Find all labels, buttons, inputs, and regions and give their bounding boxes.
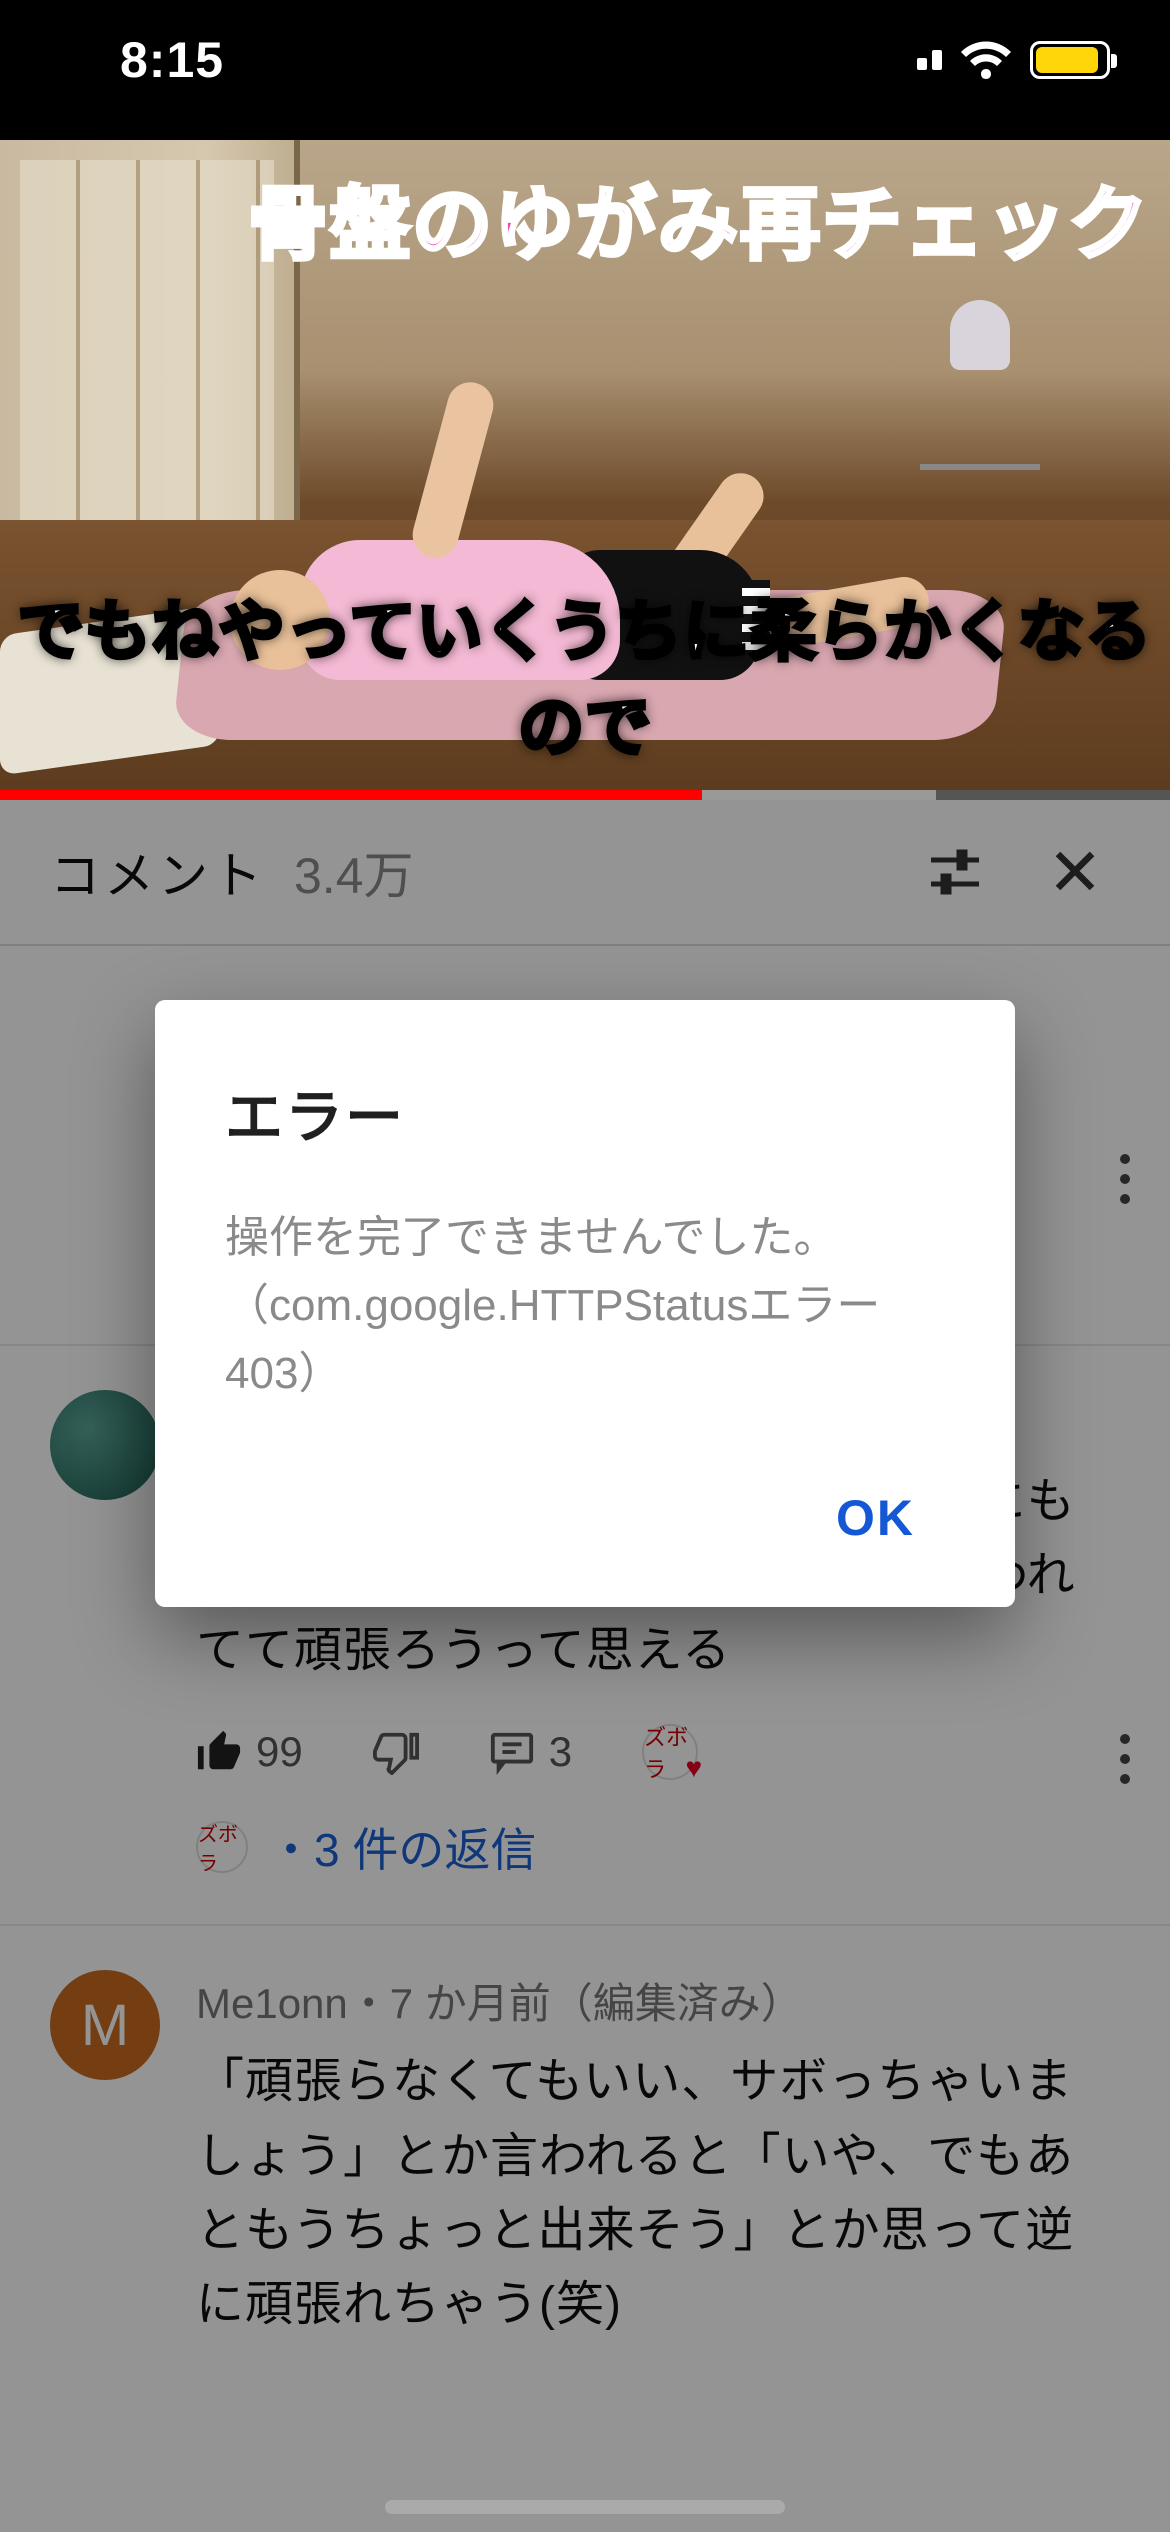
status-icons [917, 41, 1110, 79]
dialog-title: エラー [225, 1070, 945, 1154]
video-progress-bar[interactable] [0, 790, 1170, 800]
status-bar: 8:15 [0, 0, 1170, 140]
video-player[interactable]: 骨盤のゆがみ再チェック でもねやっていくうちに柔らかくなるので [0, 140, 1170, 800]
battery-icon [1030, 41, 1110, 79]
dialog-message: 操作を完了できませんでした。（com.google.HTTPStatusエラー4… [225, 1204, 945, 1409]
wifi-icon [960, 41, 1012, 79]
ok-button[interactable]: OK [806, 1469, 945, 1567]
video-subtitle: でもねやっていくうちに柔らかくなるので [0, 578, 1170, 770]
status-time: 8:15 [120, 31, 224, 89]
home-indicator[interactable] [385, 2500, 785, 2514]
error-dialog: エラー 操作を完了できませんでした。（com.google.HTTPStatus… [155, 1000, 1015, 1607]
cellular-signal-icon [917, 50, 942, 70]
video-overlay-title: 骨盤のゆがみ再チェック [248, 160, 1150, 276]
